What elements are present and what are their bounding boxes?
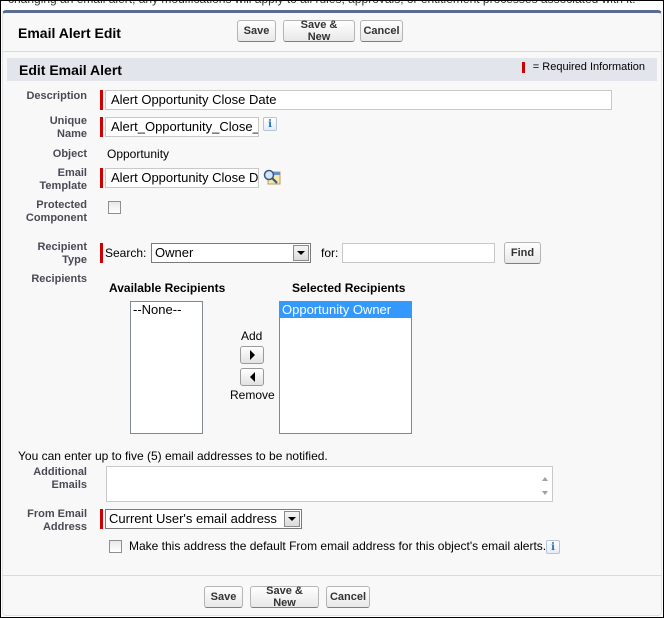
- required-legend-text: = Required Information: [532, 61, 645, 73]
- recipient-type-label-line2: Type: [62, 254, 87, 266]
- section-header: Edit Email Alert = Required Information: [7, 58, 657, 81]
- recipient-type-select[interactable]: Owner: [151, 243, 311, 263]
- description-label: Description: [26, 90, 87, 102]
- list-option[interactable]: --None--: [131, 302, 202, 318]
- description-input[interactable]: Alert Opportunity Close Date: [105, 90, 612, 110]
- save-and-new-button-top[interactable]: Save & New: [283, 19, 355, 43]
- from-email-label: From Email Address: [3, 508, 87, 534]
- required-indicator: [100, 168, 103, 188]
- additional-emails-hint: You can enter up to five (5) email addre…: [18, 449, 328, 463]
- lookup-magnifier-icon[interactable]: [263, 169, 281, 185]
- available-recipients-header: Available Recipients: [109, 281, 226, 295]
- find-button[interactable]: Find: [504, 242, 541, 264]
- info-icon[interactable]: i: [263, 117, 277, 131]
- protected-component-label-line1: Protected: [36, 199, 87, 211]
- save-and-new-button-bottom[interactable]: Save & New: [250, 585, 319, 609]
- required-indicator: [100, 90, 103, 110]
- search-label: Search:: [105, 246, 147, 260]
- selected-recipients-header: Selected Recipients: [292, 281, 406, 295]
- arrow-left-icon: [249, 372, 255, 382]
- email-template-label-line1: Email: [57, 167, 87, 179]
- remove-arrow-button[interactable]: [240, 368, 264, 386]
- unique-name-label-line2: Name: [57, 128, 87, 140]
- recipients-label: Recipients: [31, 273, 87, 285]
- cancel-button-top[interactable]: Cancel: [360, 20, 403, 42]
- chevron-down-icon[interactable]: [293, 245, 309, 261]
- add-arrow-button[interactable]: [240, 346, 264, 364]
- selected-recipients-listbox[interactable]: Opportunity Owner: [279, 301, 412, 434]
- required-legend: = Required Information: [521, 61, 645, 73]
- info-icon[interactable]: i: [546, 540, 560, 554]
- unique-name-label-line1: Unique: [49, 115, 87, 127]
- additional-emails-label-line1: Additional: [33, 466, 87, 478]
- available-recipients-listbox[interactable]: --None--: [130, 301, 203, 434]
- default-from-address-label: Make this address the default From email…: [129, 539, 547, 553]
- chevron-down-icon[interactable]: [284, 511, 300, 527]
- for-label: for:: [321, 246, 339, 260]
- default-from-address-checkbox[interactable]: [109, 540, 122, 553]
- object-value: Opportunity: [107, 147, 170, 161]
- divider: [3, 51, 661, 52]
- object-label: Object: [52, 148, 87, 160]
- for-search-input[interactable]: [342, 243, 495, 263]
- recipient-type-label-line1: Recipient: [37, 241, 87, 253]
- intro-text: changing an email alert, any modificatio…: [8, 0, 636, 6]
- protected-component-label-line2: Component: [25, 212, 87, 224]
- scroll-up-icon[interactable]: [542, 477, 548, 481]
- list-option[interactable]: Opportunity Owner: [280, 302, 411, 318]
- remove-label: Remove: [230, 388, 275, 402]
- required-indicator: [100, 509, 103, 529]
- recipient-type-select-value: Owner: [155, 245, 194, 260]
- email-template-input[interactable]: Alert Opportunity Close D: [105, 168, 259, 188]
- email-template-label: Email Template: [3, 167, 87, 193]
- scroll-down-icon[interactable]: [542, 491, 548, 495]
- required-marker-icon: [521, 61, 525, 73]
- recipient-type-label: Recipient Type: [3, 241, 87, 267]
- required-indicator: [100, 117, 103, 137]
- from-email-label-line1: From Email: [27, 508, 87, 520]
- divider: [3, 575, 661, 576]
- from-email-select[interactable]: Current User's email address: [105, 509, 302, 529]
- from-email-select-value: Current User's email address: [109, 511, 277, 526]
- additional-emails-textarea[interactable]: [106, 466, 553, 502]
- email-template-label-line2: Template: [39, 180, 87, 192]
- additional-emails-label: Additional Emails: [3, 466, 87, 492]
- required-indicator: [100, 243, 103, 263]
- unique-name-label: Unique Name: [3, 115, 87, 141]
- unique-name-input[interactable]: Alert_Opportunity_Close_: [105, 117, 259, 137]
- section-title: Edit Email Alert: [19, 62, 122, 78]
- cancel-button-bottom[interactable]: Cancel: [326, 586, 370, 608]
- page-block-title: Email Alert Edit: [18, 25, 121, 41]
- add-label: Add: [241, 329, 263, 343]
- protected-component-checkbox[interactable]: [108, 201, 121, 214]
- additional-emails-label-line2: Emails: [51, 479, 87, 491]
- from-email-label-line2: Address: [42, 521, 87, 533]
- arrow-right-icon: [249, 350, 255, 360]
- save-button-bottom[interactable]: Save: [204, 586, 243, 608]
- email-alert-edit-panel: Email Alert Edit Save Save & New Cancel …: [2, 10, 662, 616]
- save-button-top[interactable]: Save: [237, 20, 276, 42]
- protected-component-label: Protected Component: [3, 199, 87, 225]
